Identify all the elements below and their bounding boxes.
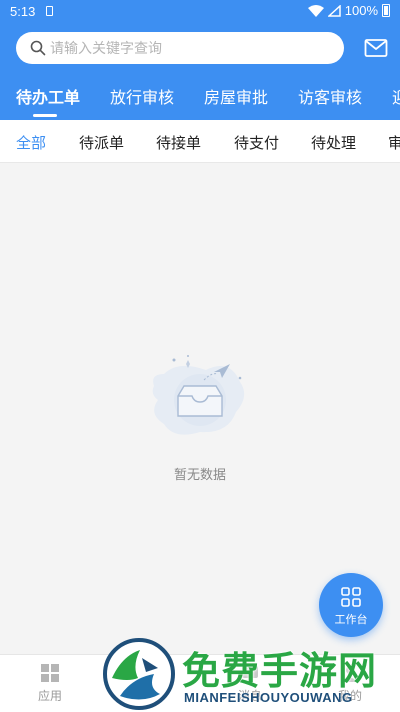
app-header: 5:13 100% 待办工单 放行审核 房屋审批 访客审核 迎: [0, 0, 400, 120]
watermark-subtitle: MIANFEISHOUYOUWANG: [184, 690, 353, 705]
wifi-icon: [307, 4, 324, 17]
status-time: 5:13: [10, 4, 36, 19]
tab-partial[interactable]: 迎: [392, 84, 400, 108]
tab-pending-orders[interactable]: 待办工单: [16, 84, 80, 108]
nav-item-apps[interactable]: 应用: [10, 663, 90, 704]
battery-icon: [382, 4, 390, 17]
status-right: 100%: [307, 3, 390, 18]
mail-icon[interactable]: [364, 38, 388, 58]
empty-state-message: 暂无数据: [173, 467, 226, 482]
filter-partial[interactable]: 审: [388, 132, 400, 153]
active-tab-indicator: [33, 114, 57, 117]
watermark-title: 免费手游网: [182, 649, 378, 693]
nav-label-apps: 应用: [37, 689, 62, 703]
watermark: 免费手游网 MIANFEISHOUYOUWANG: [102, 636, 392, 711]
filter-to-accept[interactable]: 待接单: [156, 132, 201, 153]
search-input[interactable]: [50, 32, 330, 64]
workbench-label: 工作台: [334, 614, 368, 626]
tab-housing-approval[interactable]: 房屋审批: [204, 84, 268, 108]
workbench-fab[interactable]: 工作台: [319, 573, 383, 637]
empty-box-illustration: [152, 355, 245, 435]
status-filter-bar: 全部 待派单 待接单 待支付 待处理 审: [0, 120, 400, 163]
tab-visitor-review[interactable]: 访客审核: [298, 84, 362, 108]
top-tab-bar: 待办工单 放行审核 房屋审批 访客审核 迎: [0, 78, 400, 120]
apps-icon: [41, 664, 59, 682]
search-icon: [30, 40, 46, 56]
grid-icon: [341, 587, 361, 607]
watermark-logo: [103, 638, 175, 710]
tab-release-review[interactable]: 放行审核: [110, 84, 174, 108]
search-bar[interactable]: [16, 32, 344, 64]
signal-icon: [327, 4, 341, 17]
filter-to-process[interactable]: 待处理: [311, 132, 356, 153]
status-bar: 5:13 100%: [0, 0, 400, 24]
sim-icon: [46, 6, 53, 16]
filter-all[interactable]: 全部: [16, 132, 46, 153]
filter-to-dispatch[interactable]: 待派单: [79, 132, 124, 153]
battery-percent: 100%: [344, 3, 378, 18]
filter-to-pay[interactable]: 待支付: [234, 132, 279, 153]
